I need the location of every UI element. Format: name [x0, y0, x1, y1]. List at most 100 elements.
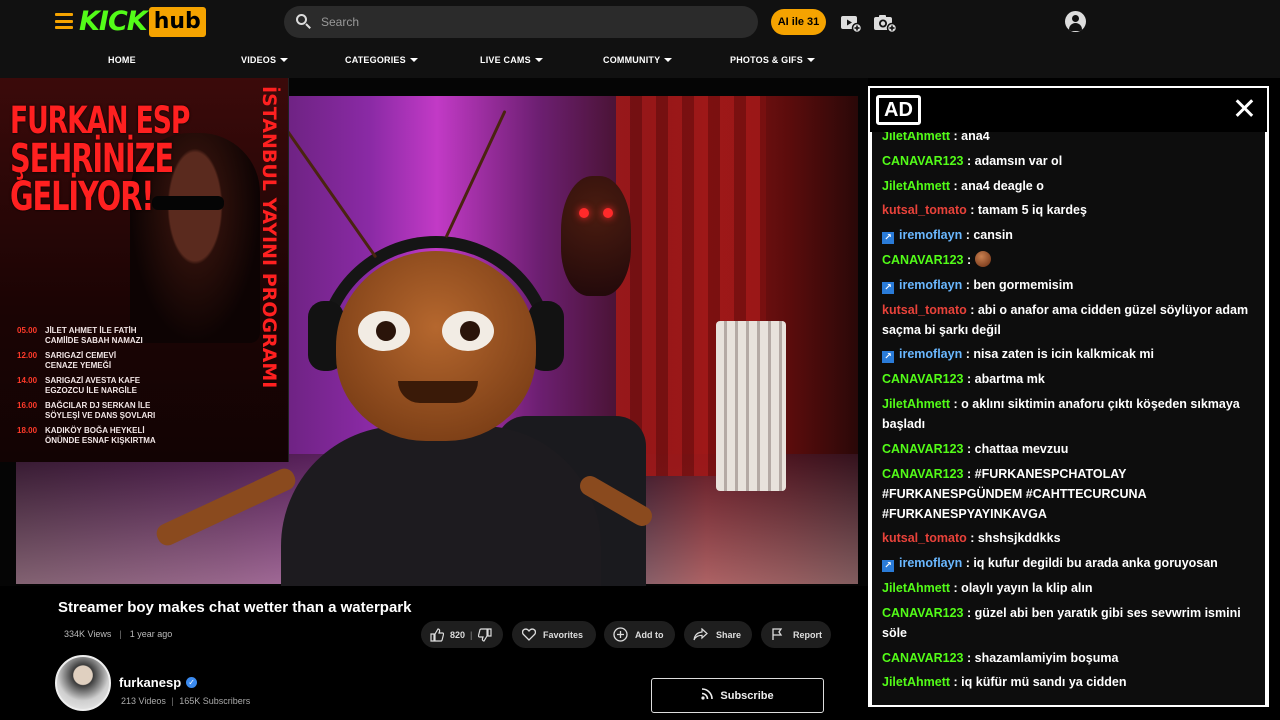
event-poster: FURKAN ESP ŞEHRİNİZE GELİYOR! İSTANBUL Y… — [0, 78, 289, 462]
nav-live-cams[interactable]: LIVE CAMS — [480, 55, 543, 65]
meta-separator: | — [119, 629, 122, 639]
chat-message: CANAVAR123 : güzel abi ben yaratık gibi … — [882, 603, 1257, 643]
search-input[interactable] — [321, 15, 721, 29]
chat-username[interactable]: kutsal_tomato — [882, 203, 967, 217]
chat-message: CANAVAR123 : chattaa mevzuu — [882, 439, 1257, 459]
chat-username[interactable]: JiletAhmett — [882, 397, 950, 411]
add-to-label: Add to — [635, 629, 664, 640]
chat-username[interactable]: JiletAhmett — [882, 179, 950, 193]
chat-message: JiletAhmett : o aklını siktimin anaforu … — [882, 394, 1257, 434]
like-count: 820 — [450, 629, 466, 640]
schedule-text: SARIGAZİ AVESTA KAFE EGZOZCU İLE NARGİLE — [45, 376, 141, 395]
chat-panel[interactable]: JiletAhmett : ana4 CANAVAR123 : adamsın v… — [872, 132, 1265, 705]
user-badge-icon: ↗ — [882, 232, 894, 245]
schedule-time: 12.00 — [17, 351, 38, 360]
close-icon[interactable]: ✕ — [1232, 93, 1257, 127]
menu-icon[interactable] — [55, 13, 73, 29]
nav-home[interactable]: HOME — [108, 55, 136, 65]
channel-name-row: furkanesp ✓ — [119, 675, 198, 690]
chat-text: : ana4 — [950, 132, 990, 143]
chat-message: CANAVAR123 : shazamlamiyim boşuma — [882, 648, 1257, 668]
chat-message: CANAVAR123 : abartma mk — [882, 369, 1257, 389]
schedule-time: 05.00 — [17, 326, 38, 335]
schedule-row: 12.00 SARIGAZİ CEMEVİ CENAZE YEMEĞİ — [17, 351, 207, 371]
nav-photos-gifs-label: PHOTOS & GIFS — [730, 55, 803, 65]
caret-down-icon — [280, 58, 289, 62]
poster-vertical-text: İSTANBUL YAYINI PROGRAMI — [256, 84, 286, 424]
schedule-time: 16.00 — [17, 401, 38, 410]
chat-username[interactable]: iremoflayn — [899, 347, 962, 361]
subscribe-label: Subscribe — [720, 689, 774, 702]
chat-username[interactable]: JiletAhmett — [882, 581, 950, 595]
add-to-button[interactable]: Add to — [604, 621, 675, 648]
user-badge-icon: ↗ — [882, 560, 894, 573]
stats-separator: | — [171, 696, 174, 706]
user-account-icon[interactable] — [1065, 11, 1086, 32]
chat-text: : iq küfür mü sandı ya cidden — [950, 675, 1127, 690]
share-icon — [693, 628, 708, 641]
chat-message: kutsal_tomato : abi o anafor ama cidden … — [882, 300, 1257, 340]
site-logo[interactable]: KICK hub — [79, 7, 206, 37]
chat-username[interactable]: CANAVAR123 — [882, 154, 964, 168]
schedule-time: 18.00 — [17, 426, 38, 435]
ad-overlay: AD ✕ JiletAhmett : ana4 CANAVAR123 : adam… — [868, 86, 1269, 707]
ad-header: AD ✕ — [870, 88, 1267, 132]
chat-username[interactable]: CANAVAR123 — [882, 372, 964, 386]
ad-label: AD — [876, 95, 921, 125]
caret-down-icon — [806, 58, 815, 62]
verified-icon: ✓ — [186, 677, 198, 688]
channel-stats: 213 Videos | 165K Subscribers — [121, 696, 250, 706]
channel-subscriber-count: 165K Subscribers — [179, 696, 251, 706]
favorites-button[interactable]: Favorites — [512, 621, 596, 648]
chat-username[interactable]: iremoflayn — [899, 556, 962, 570]
poster-vertical-label: İSTANBUL YAYINI PROGRAMI — [258, 86, 280, 389]
emote-icon — [975, 250, 992, 267]
chat-username[interactable]: iremoflayn — [899, 278, 962, 292]
nav-photos-gifs[interactable]: PHOTOS & GIFS — [730, 55, 815, 65]
chat-username[interactable]: CANAVAR123 — [882, 606, 964, 620]
share-button[interactable]: Share — [684, 621, 752, 648]
thumbs-up-icon[interactable] — [430, 627, 444, 642]
share-label: Share — [716, 629, 742, 640]
chat-username[interactable]: kutsal_tomato — [882, 303, 967, 317]
photo-upload-icon[interactable] — [873, 13, 897, 33]
search-bar[interactable] — [284, 6, 758, 38]
schedule-text: KADIKÖY BOĞA HEYKELİ ÖNÜNDE ESNAF KIŞKIR… — [45, 426, 156, 445]
nav-videos[interactable]: VIDEOS — [241, 55, 289, 65]
chat-username[interactable]: CANAVAR123 — [882, 442, 964, 456]
chat-username[interactable]: iremoflayn — [899, 228, 962, 242]
search-icon[interactable] — [296, 14, 312, 30]
top-bar: KICK hub AI ile 31 HOME VIDEOS CATEGORIE… — [0, 0, 1280, 78]
chat-text: : shazamlamiyim boşuma — [963, 650, 1119, 665]
chat-text: : chattaa mevzuu — [963, 441, 1069, 456]
chat-text: : ana4 deagle o — [950, 178, 1044, 193]
report-button[interactable]: Report — [761, 621, 831, 648]
video-title: Streamer boy makes chat wetter than a wa… — [58, 599, 412, 616]
poster-title-line3: GELİYOR! — [10, 174, 154, 220]
heart-icon — [522, 628, 536, 641]
chat-username[interactable]: JiletAhmett — [882, 675, 950, 689]
chat-username[interactable]: CANAVAR123 — [882, 651, 964, 665]
nav-community[interactable]: COMMUNITY — [603, 55, 673, 65]
chat-username[interactable]: CANAVAR123 — [882, 467, 964, 481]
channel-name[interactable]: furkanesp — [119, 675, 181, 690]
chat-username[interactable]: CANAVAR123 — [882, 253, 964, 267]
chat-text: : cansin — [962, 228, 1013, 243]
nav-categories[interactable]: CATEGORIES — [345, 55, 418, 65]
chat-message: JiletAhmett : olaylı yayın la klip alın — [882, 578, 1257, 598]
ai-button[interactable]: AI ile 31 — [771, 9, 826, 35]
thumbs-down-icon[interactable] — [477, 627, 492, 642]
schedule-text: BAĞCILAR DJ SERKAN İLE SÖYLEŞİ VE DANS Ş… — [45, 401, 156, 420]
nav-home-label: HOME — [108, 55, 136, 65]
channel-avatar[interactable] — [55, 655, 111, 711]
chat-text: : iq kufur degildi bu arada anka goruyos… — [962, 556, 1218, 571]
caret-down-icon — [534, 58, 543, 62]
chat-message: ↗ iremoflayn : cansin — [882, 225, 1257, 245]
chat-text: : shshsjkddkks — [966, 531, 1061, 546]
chat-username[interactable]: kutsal_tomato — [882, 531, 967, 545]
poster-schedule: 05.00 JİLET AHMET İLE FATİH CAMİİDE SABAH… — [17, 326, 207, 451]
chat-username[interactable]: JiletAhmett — [882, 132, 950, 143]
subscribe-button[interactable]: Subscribe — [651, 678, 824, 713]
poster-title-line1: FURKAN ESP — [10, 99, 190, 142]
video-upload-icon[interactable] — [840, 13, 862, 33]
